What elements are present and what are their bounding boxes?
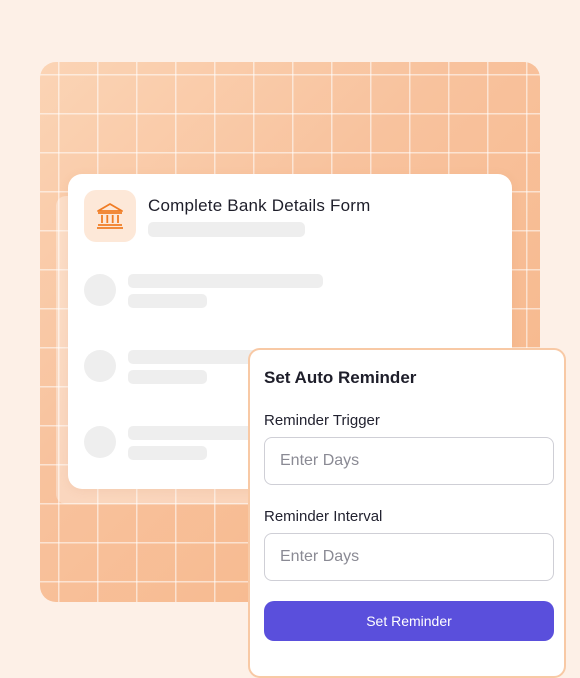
auto-reminder-dialog: Set Auto Reminder Reminder Trigger Remin…	[248, 348, 566, 678]
set-reminder-button[interactable]: Set Reminder	[264, 601, 554, 641]
dialog-title: Set Auto Reminder	[264, 368, 417, 387]
card-title: Complete Bank Details Form	[148, 196, 371, 215]
reminder-interval-input[interactable]	[264, 533, 554, 581]
reminder-trigger-input[interactable]	[264, 437, 554, 485]
text-placeholder	[128, 274, 323, 288]
bank-icon	[97, 203, 123, 229]
avatar-placeholder	[84, 274, 116, 306]
avatar-placeholder	[84, 350, 116, 382]
avatar-placeholder	[84, 426, 116, 458]
subtitle-placeholder	[148, 222, 305, 237]
reminder-interval-label: Reminder Interval	[264, 508, 383, 525]
text-placeholder	[128, 294, 207, 308]
text-placeholder	[128, 446, 207, 460]
text-placeholder	[128, 370, 207, 384]
bank-icon-container	[84, 190, 136, 242]
reminder-trigger-label: Reminder Trigger	[264, 412, 380, 429]
